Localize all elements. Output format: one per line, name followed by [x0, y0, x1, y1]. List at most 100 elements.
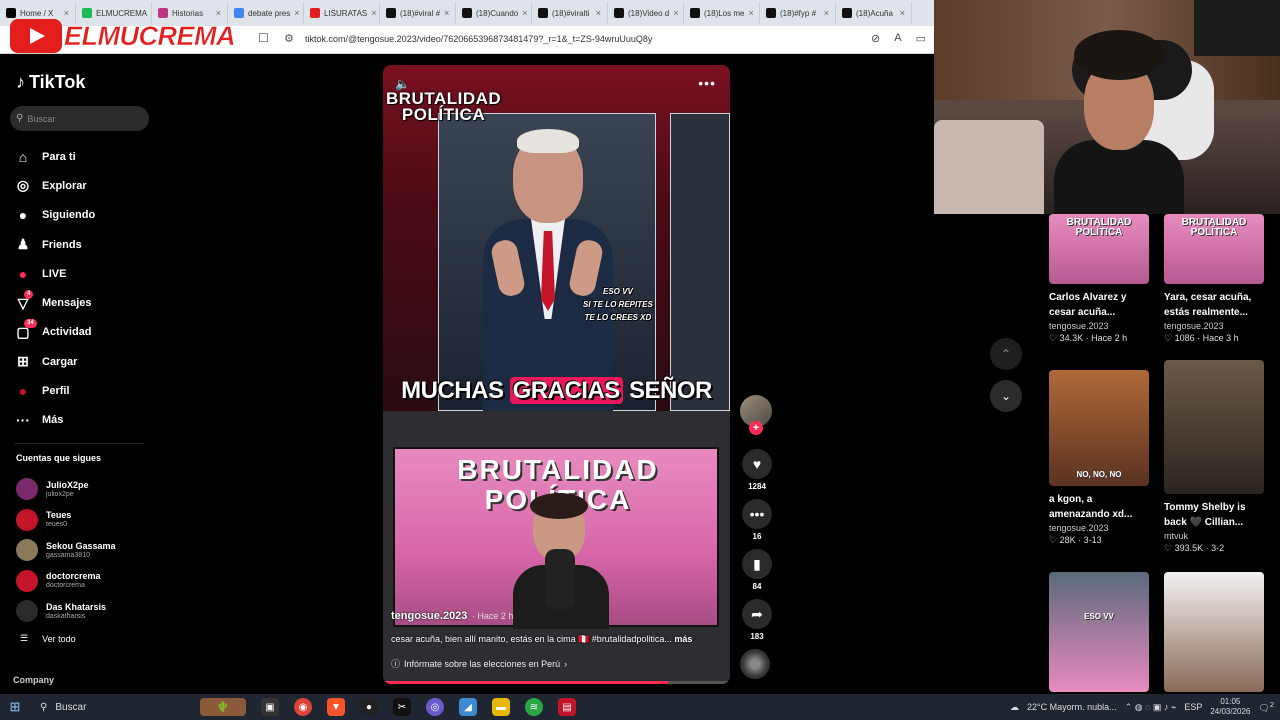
video-thumbnail[interactable]: NO, NO, NO	[1049, 370, 1149, 486]
see-all-link[interactable]: ☰ Ver todo	[20, 633, 76, 644]
nav-item-actividad[interactable]: ▢ 34 Actividad	[14, 318, 154, 347]
following-account[interactable]: JulioX2pe juliox2pe	[16, 474, 156, 505]
file-explorer-icon[interactable]: ▬	[492, 698, 510, 716]
recommendation-title[interactable]: a kgon, a amenazando xd...	[1049, 492, 1154, 522]
save-action[interactable]: ▮ 84	[740, 549, 774, 591]
url-text[interactable]: tiktok.com/@tengosue.2023/video/76206653…	[305, 34, 652, 44]
nav-item-siguiendo[interactable]: ● Siguiendo	[14, 201, 154, 230]
tab-close-icon[interactable]: ×	[64, 8, 69, 18]
following-account[interactable]: doctorcrema doctorcrema	[16, 566, 156, 597]
translate-icon[interactable]: A	[894, 32, 901, 45]
election-info-link[interactable]: ⓘ Infórmate sobre las elecciones en Perú…	[391, 657, 721, 670]
search-input[interactable]	[27, 113, 128, 124]
browser-tab[interactable]: (18)#viralti ×	[532, 2, 608, 24]
recommendation-author[interactable]: tengosue.2023	[1164, 321, 1269, 331]
recommendation-title[interactable]: Yara, cesar acuña, estás realmente...	[1164, 290, 1269, 320]
following-account[interactable]: Sekou Gassama gassama3810	[16, 535, 156, 566]
search-box[interactable]: ⚲	[10, 106, 149, 131]
tab-close-icon[interactable]: ×	[596, 8, 601, 18]
nav-item-friends[interactable]: ♟ Friends	[14, 230, 154, 259]
taskbar-search[interactable]: ⚲ Buscar	[30, 694, 170, 720]
edge-icon[interactable]: ◢	[459, 698, 477, 716]
bookmark-icon[interactable]: ▮	[742, 549, 772, 579]
recommendation-card[interactable]: BRUTALIDAD POLÍTICA Carlos Alvarez y cesa…	[1049, 214, 1154, 344]
tiktok-logo[interactable]: ♪ TikTok	[16, 72, 85, 93]
tab-close-icon[interactable]: ×	[371, 8, 376, 18]
recommendation-card[interactable]: BRUTALIDAD POLÍTICA Yara, cesar acuña, es…	[1164, 214, 1269, 344]
share-icon[interactable]: ➦	[742, 599, 772, 629]
tab-close-icon[interactable]: ×	[216, 8, 221, 18]
cast-icon[interactable]: ▭	[916, 32, 926, 45]
recommendation-card[interactable]: NO, NO, NO a kgon, a amenazando xd... teng…	[1049, 370, 1154, 546]
browser-tab[interactable]: LISURATAS ×	[304, 2, 380, 24]
recommendation-card[interactable]: ESO VV	[1049, 572, 1154, 692]
browser-tab[interactable]: debate pres ×	[228, 2, 304, 24]
task-view-icon[interactable]: ▣	[261, 698, 279, 716]
language-indicator[interactable]: ESP	[1184, 702, 1202, 712]
recommendation-title[interactable]: Tommy Shelby is back 🖤 Cillian...	[1164, 500, 1269, 530]
video-progress-bar[interactable]	[383, 681, 730, 684]
browser-tab[interactable]: (18)Video d ×	[608, 2, 684, 24]
volume-icon[interactable]: 🔈	[395, 77, 410, 91]
nav-item-perfil[interactable]: ● Perfil	[14, 376, 154, 405]
no-tracking-icon[interactable]: ⊘	[871, 32, 880, 45]
brave-icon[interactable]: ▼	[327, 698, 345, 716]
recommendation-author[interactable]: tengosue.2023	[1049, 321, 1154, 331]
tab-close-icon[interactable]: ×	[748, 8, 753, 18]
tray-icons[interactable]: ⌃ ◍ ◌ ▣ ♪ ⌁	[1125, 702, 1177, 713]
notification-icon[interactable]: 🗨2	[1258, 700, 1274, 714]
comment-icon[interactable]: •••	[742, 499, 772, 529]
video-thumbnail[interactable]: BRUTALIDAD POLÍTICA	[1049, 214, 1149, 284]
browser-tab[interactable]: (18)#viral # ×	[380, 2, 456, 24]
spotify-icon[interactable]: ≋	[525, 698, 543, 716]
browser-tab[interactable]: (18)Los me ×	[684, 2, 760, 24]
previous-video-button[interactable]: ⌃	[990, 338, 1022, 370]
windows-start-icon[interactable]: ⊞	[0, 694, 30, 720]
video-options-icon[interactable]: •••	[698, 75, 716, 91]
tab-close-icon[interactable]: ×	[900, 8, 905, 18]
discord-icon[interactable]: ◎	[426, 698, 444, 716]
recommendation-title[interactable]: Carlos Alvarez y cesar acuña...	[1049, 290, 1154, 320]
news-widget-icon[interactable]: 🌵	[200, 698, 246, 716]
capcut-icon[interactable]: ✂	[393, 698, 411, 716]
bookmark-icon[interactable]: ☐	[258, 31, 269, 45]
recommendation-author[interactable]: tengosue.2023	[1049, 523, 1154, 533]
tab-close-icon[interactable]: ×	[824, 8, 829, 18]
tab-close-icon[interactable]: ×	[444, 8, 449, 18]
recommendation-card[interactable]: Tommy Shelby is back 🖤 Cillian... mtvuk ♡ …	[1164, 360, 1269, 554]
following-account[interactable]: Das Khatarsis daskatharsis	[16, 596, 156, 627]
streaming-app-icon[interactable]: ▤	[558, 698, 576, 716]
clock[interactable]: 01:05 24/03/2026	[1210, 697, 1250, 717]
browser-tab[interactable]: (18)#fyp # ×	[760, 2, 836, 24]
next-video-button[interactable]: ⌄	[990, 380, 1022, 412]
browser-tab[interactable]: (18)Cuando ×	[456, 2, 532, 24]
recommendation-author[interactable]: mtvuk	[1164, 531, 1269, 541]
music-disc-icon[interactable]	[740, 649, 770, 679]
comment-action[interactable]: ••• 16	[740, 499, 774, 541]
video-author[interactable]: tengosue.2023	[391, 610, 467, 622]
site-info-icon[interactable]: ⚙	[284, 32, 294, 45]
following-account[interactable]: Teues teues0	[16, 505, 156, 536]
chrome-icon[interactable]: ◉	[294, 698, 312, 716]
like-action[interactable]: ♥ 1284	[740, 449, 774, 491]
browser-tab[interactable]: (18)Acuña ×	[836, 2, 912, 24]
author-avatar[interactable]: +	[740, 395, 772, 435]
video-thumbnail[interactable]	[1164, 572, 1264, 692]
video-player[interactable]: BRUTALIDAD POLÍTICA 🔈 ••• ESO VV SI TE LO…	[383, 65, 730, 684]
tab-close-icon[interactable]: ×	[522, 8, 527, 18]
nav-item-para-ti[interactable]: ⌂ Para ti	[14, 142, 154, 171]
nav-item-más[interactable]: ··· Más	[14, 406, 154, 435]
heart-icon[interactable]: ♥	[742, 449, 772, 479]
tab-close-icon[interactable]: ×	[294, 8, 299, 18]
company-link[interactable]: Company	[13, 675, 54, 685]
nav-item-cargar[interactable]: ⊞ Cargar	[14, 347, 154, 376]
obs-icon[interactable]: ●	[360, 698, 378, 716]
nav-item-live[interactable]: ● LIVE	[14, 259, 154, 288]
share-action[interactable]: ➦ 183	[740, 599, 774, 641]
video-thumbnail[interactable]	[1164, 360, 1264, 494]
nav-item-mensajes[interactable]: ▽ 4 Mensajes	[14, 288, 154, 317]
nav-item-explorar[interactable]: ◎ Explorar	[14, 171, 154, 200]
video-thumbnail[interactable]: BRUTALIDAD POLÍTICA	[1164, 214, 1264, 284]
tab-close-icon[interactable]: ×	[673, 8, 678, 18]
recommendation-card[interactable]	[1164, 572, 1269, 692]
